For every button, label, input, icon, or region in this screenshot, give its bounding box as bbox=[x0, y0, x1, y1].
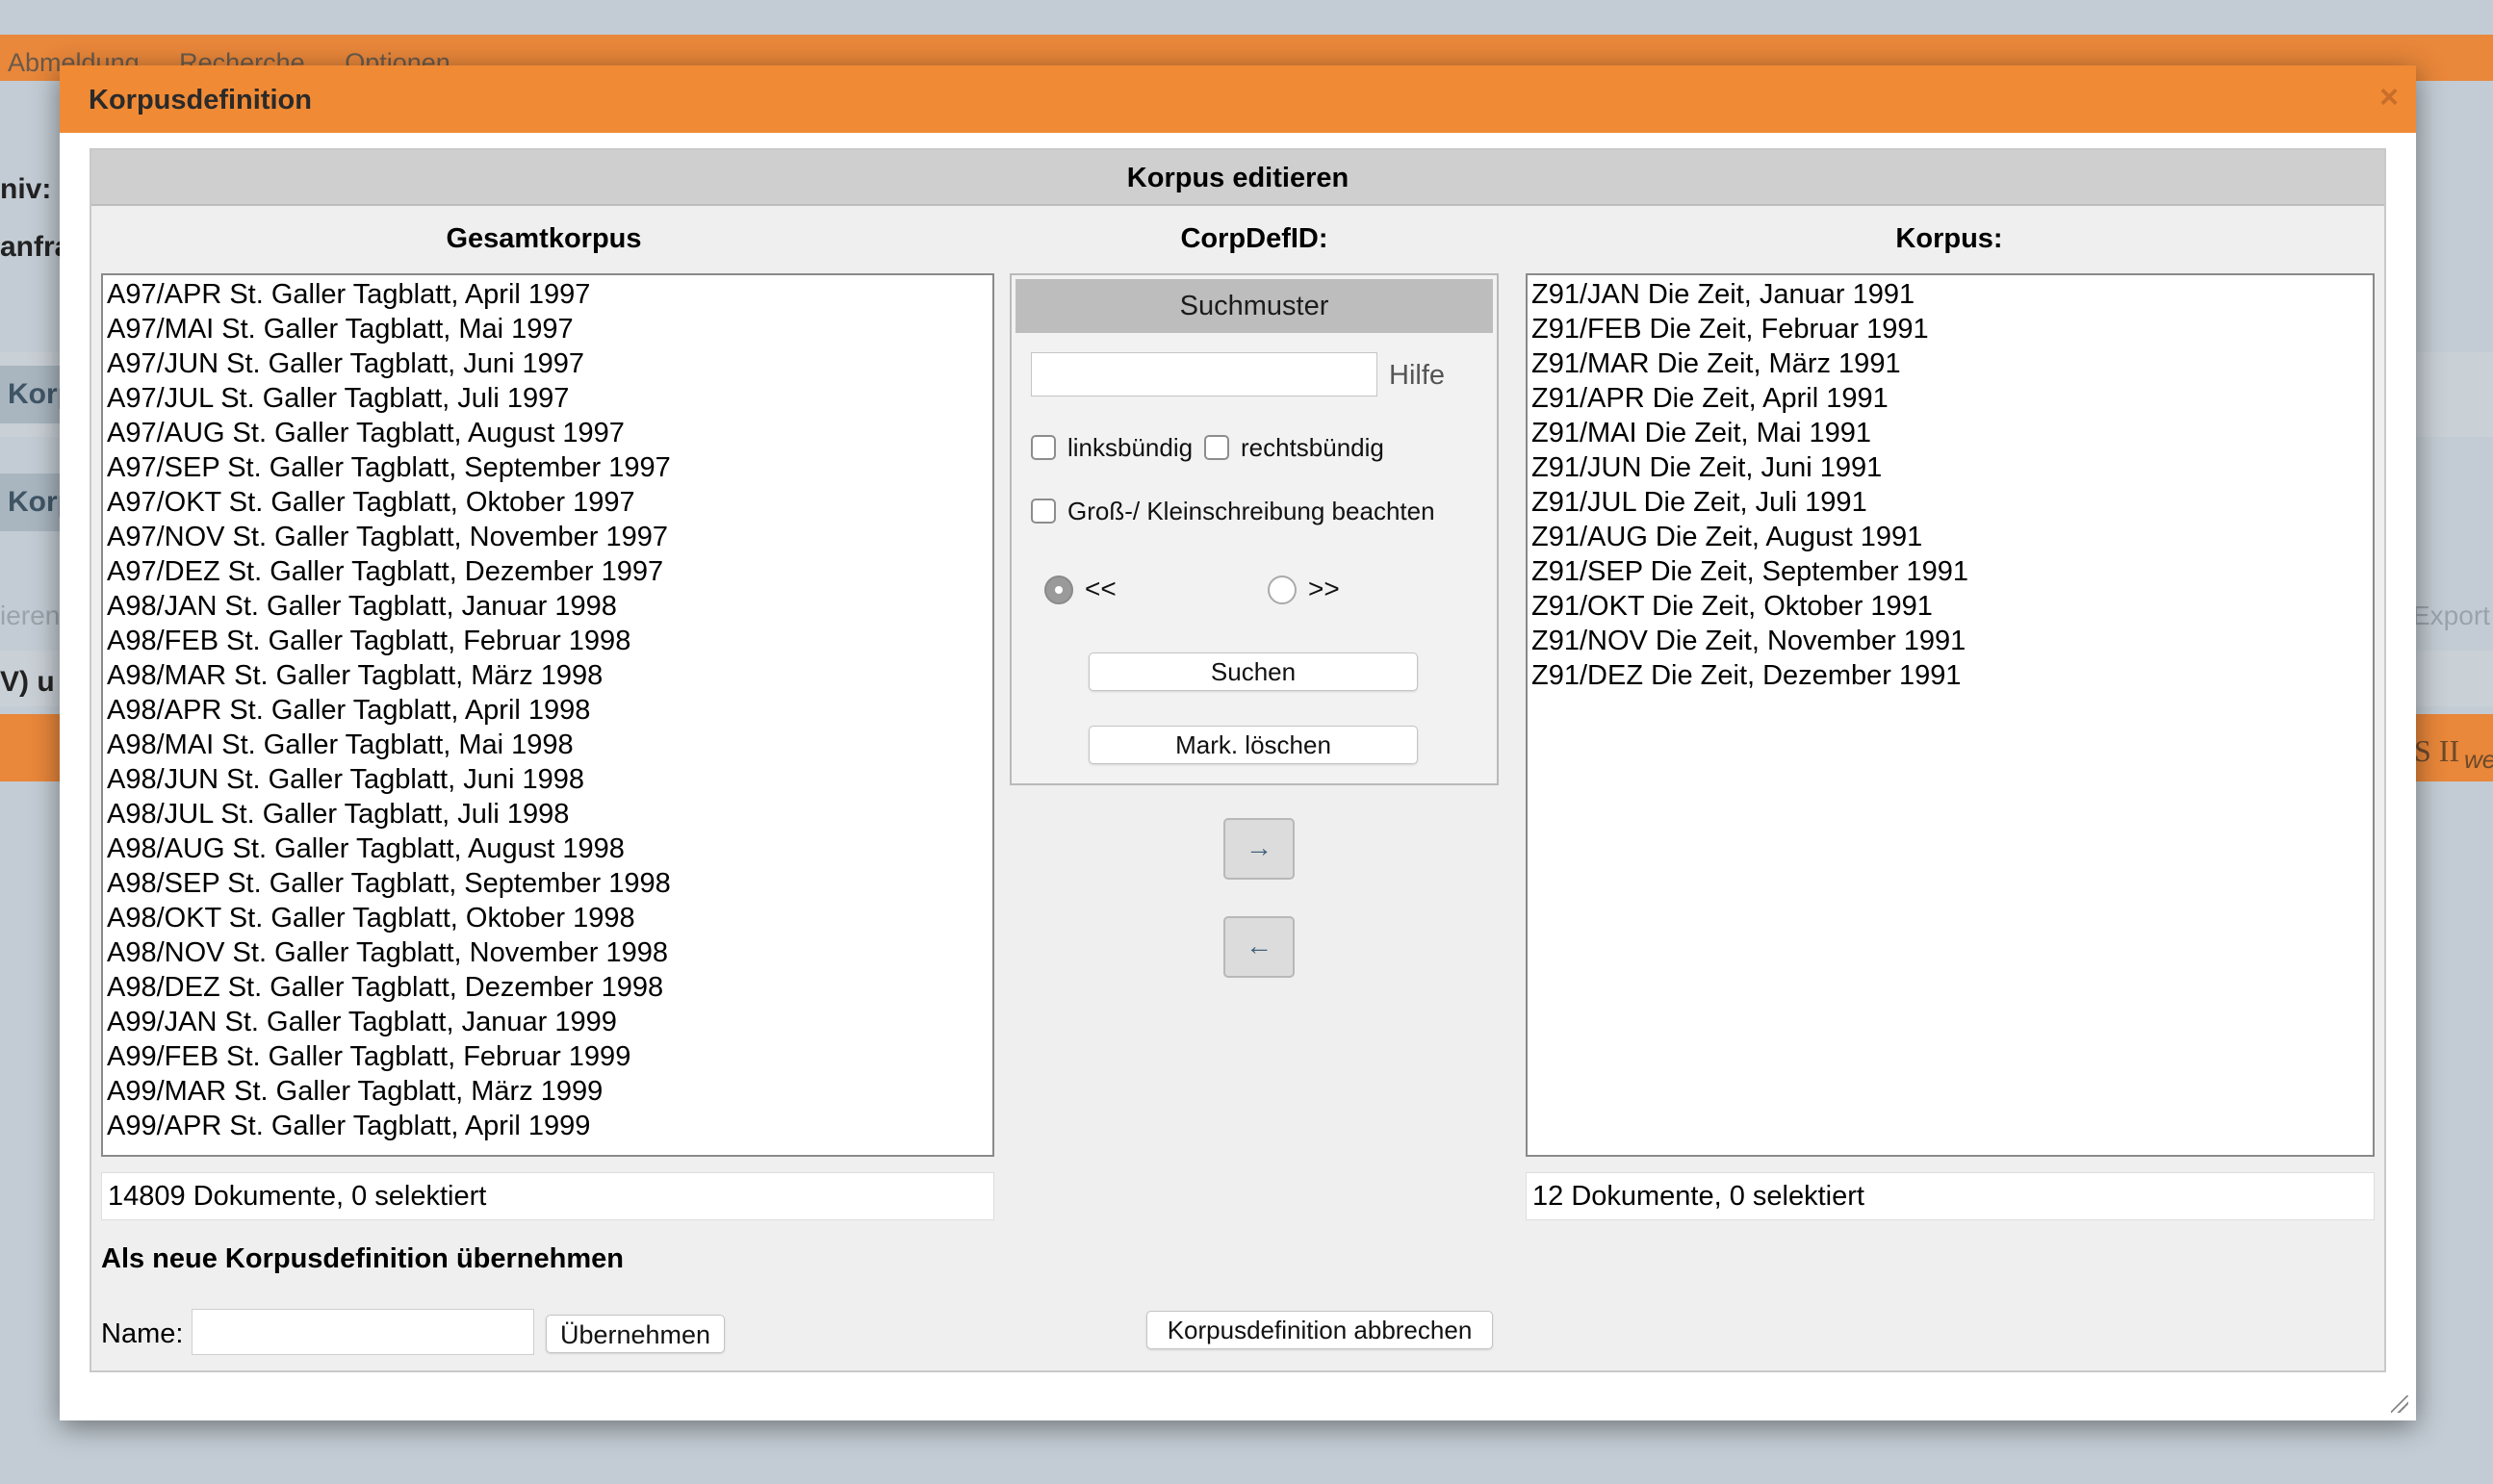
list-item[interactable]: Z91/SEP Die Zeit, September 1991 bbox=[1531, 554, 2373, 589]
korpus-listbox[interactable]: Z91/JAN Die Zeit, Januar 1991 Z91/FEB Die… bbox=[1526, 273, 2375, 1157]
search-pattern-box: Suchmuster Hilfe linksbündig rechtsbündi… bbox=[1010, 273, 1499, 785]
list-item[interactable]: Z91/MAR Die Zeit, März 1991 bbox=[1531, 346, 2373, 381]
gesamtkorpus-listbox[interactable]: A97/APR St. Galler Tagblatt, April 1997 A… bbox=[101, 273, 994, 1157]
list-item[interactable]: Z91/DEZ Die Zeit, Dezember 1991 bbox=[1531, 658, 2373, 693]
list-item[interactable]: A97/APR St. Galler Tagblatt, April 1997 bbox=[107, 277, 992, 312]
list-item[interactable]: A98/OKT St. Galler Tagblatt, Oktober 199… bbox=[107, 901, 992, 935]
korpus-edit-panel: Korpus editieren Gesamtkorpus CorpDefID:… bbox=[90, 148, 2386, 1372]
help-link[interactable]: Hilfe bbox=[1389, 360, 1445, 392]
bg-cosmas-text: S II bbox=[2414, 733, 2460, 768]
resize-grip-icon[interactable] bbox=[2391, 1395, 2408, 1413]
list-item[interactable]: A97/SEP St. Galler Tagblatt, September 1… bbox=[107, 450, 992, 485]
bg-korpus-tab-1[interactable]: Korp bbox=[0, 366, 65, 423]
list-item[interactable]: A97/OKT St. Galler Tagblatt, Oktober 199… bbox=[107, 485, 992, 520]
list-item[interactable]: Z91/JUN Die Zeit, Juni 1991 bbox=[1531, 450, 2373, 485]
left-aligned-label: linksbündig bbox=[1067, 433, 1194, 462]
list-item[interactable]: Z91/OKT Die Zeit, Oktober 1991 bbox=[1531, 589, 2373, 624]
move-left-arrow-icon[interactable]: ← bbox=[1223, 916, 1295, 978]
bg-v-label: V) u bbox=[0, 666, 55, 698]
corpdefid-title: CorpDefID: bbox=[1180, 223, 1328, 254]
list-item[interactable]: Z91/AUG Die Zeit, August 1991 bbox=[1531, 520, 2373, 554]
search-pattern-input[interactable] bbox=[1031, 352, 1377, 397]
list-item[interactable]: A98/DEZ St. Galler Tagblatt, Dezember 19… bbox=[107, 970, 992, 1005]
korpus-count: 12 Dokumente, 0 selektiert bbox=[1526, 1172, 2375, 1220]
list-item[interactable]: A98/FEB St. Galler Tagblatt, Februar 199… bbox=[107, 624, 992, 658]
cancel-definition-button[interactable]: Korpusdefinition abbrechen bbox=[1146, 1311, 1493, 1349]
list-item[interactable]: A98/NOV St. Galler Tagblatt, November 19… bbox=[107, 935, 992, 970]
bg-ieren-text: ieren bbox=[0, 601, 61, 630]
list-item[interactable]: A97/MAI St. Galler Tagblatt, Mai 1997 bbox=[107, 312, 992, 346]
clear-marks-button[interactable]: Mark. löschen bbox=[1089, 726, 1418, 764]
save-definition-title: Als neue Korpusdefinition übernehmen bbox=[101, 1243, 624, 1274]
bg-export-text[interactable]: Export bbox=[2412, 601, 2490, 631]
case-sensitive-checkbox[interactable] bbox=[1031, 499, 1056, 524]
list-item[interactable]: A97/DEZ St. Galler Tagblatt, Dezember 19… bbox=[107, 554, 992, 589]
bg-we-text: we bbox=[2464, 745, 2493, 774]
list-item[interactable]: A98/JUN St. Galler Tagblatt, Juni 1998 bbox=[107, 762, 992, 797]
list-item[interactable]: A98/APR St. Galler Tagblatt, April 1998 bbox=[107, 693, 992, 728]
list-item[interactable]: A98/MAI St. Galler Tagblatt, Mai 1998 bbox=[107, 728, 992, 762]
search-button[interactable]: Suchen bbox=[1089, 652, 1418, 691]
list-item[interactable]: A99/FEB St. Galler Tagblatt, Februar 199… bbox=[107, 1039, 992, 1074]
apply-button[interactable]: Übernehmen bbox=[546, 1315, 725, 1353]
direction-left-radio[interactable] bbox=[1044, 576, 1073, 604]
list-item[interactable]: A99/JAN St. Galler Tagblatt, Januar 1999 bbox=[107, 1005, 992, 1039]
korpus-title: Korpus: bbox=[1895, 223, 2003, 254]
direction-right-radio[interactable] bbox=[1268, 576, 1297, 604]
left-aligned-checkbox[interactable] bbox=[1031, 435, 1056, 460]
right-aligned-label: rechtsbündig bbox=[1241, 433, 1384, 462]
list-item[interactable]: Z91/JAN Die Zeit, Januar 1991 bbox=[1531, 277, 2373, 312]
case-sensitive-label: Groß-/ Kleinschreibung beachten bbox=[1067, 497, 1435, 525]
right-aligned-checkbox[interactable] bbox=[1204, 435, 1229, 460]
list-item[interactable]: Z91/FEB Die Zeit, Februar 1991 bbox=[1531, 312, 2373, 346]
search-pattern-header: Suchmuster bbox=[1015, 279, 1493, 333]
list-item[interactable]: Z91/MAI Die Zeit, Mai 1991 bbox=[1531, 416, 2373, 450]
dialog-title: Korpusdefinition bbox=[89, 85, 312, 115]
dialog-header[interactable]: Korpusdefinition × bbox=[60, 65, 2416, 133]
list-item[interactable]: A98/MAR St. Galler Tagblatt, März 1998 bbox=[107, 658, 992, 693]
move-right-arrow-icon[interactable]: → bbox=[1223, 818, 1295, 880]
panel-title: Korpus editieren bbox=[91, 150, 2384, 206]
list-item[interactable]: A98/JUL St. Galler Tagblatt, Juli 1998 bbox=[107, 797, 992, 832]
list-item[interactable]: Z91/JUL Die Zeit, Juli 1991 bbox=[1531, 485, 2373, 520]
list-item[interactable]: A99/APR St. Galler Tagblatt, April 1999 bbox=[107, 1109, 992, 1143]
list-item[interactable]: A99/MAR St. Galler Tagblatt, März 1999 bbox=[107, 1074, 992, 1109]
list-item[interactable]: A98/AUG St. Galler Tagblatt, August 1998 bbox=[107, 832, 992, 866]
list-item[interactable]: A98/SEP St. Galler Tagblatt, September 1… bbox=[107, 866, 992, 901]
list-item[interactable]: A97/JUN St. Galler Tagblatt, Juni 1997 bbox=[107, 346, 992, 381]
name-input[interactable] bbox=[192, 1309, 534, 1355]
direction-left-label: << bbox=[1085, 574, 1117, 603]
bg-korpus-tab-2[interactable]: Korp bbox=[0, 473, 65, 531]
name-label: Name: bbox=[101, 1318, 184, 1349]
bg-archiv-label: niv: bbox=[0, 173, 52, 205]
gesamtkorpus-title: Gesamtkorpus bbox=[446, 223, 642, 254]
list-item[interactable]: A97/NOV St. Galler Tagblatt, November 19… bbox=[107, 520, 992, 554]
close-icon[interactable]: × bbox=[2379, 79, 2399, 116]
list-item[interactable]: Z91/APR Die Zeit, April 1991 bbox=[1531, 381, 2373, 416]
direction-right-label: >> bbox=[1308, 574, 1340, 603]
list-item[interactable]: A97/JUL St. Galler Tagblatt, Juli 1997 bbox=[107, 381, 992, 416]
list-item[interactable]: A97/AUG St. Galler Tagblatt, August 1997 bbox=[107, 416, 992, 450]
list-item[interactable]: A98/JAN St. Galler Tagblatt, Januar 1998 bbox=[107, 589, 992, 624]
gesamtkorpus-count: 14809 Dokumente, 0 selektiert bbox=[101, 1172, 994, 1220]
korpusdefinition-dialog: Korpusdefinition × Korpus editieren Gesa… bbox=[60, 65, 2416, 1420]
list-item[interactable]: Z91/NOV Die Zeit, November 1991 bbox=[1531, 624, 2373, 658]
